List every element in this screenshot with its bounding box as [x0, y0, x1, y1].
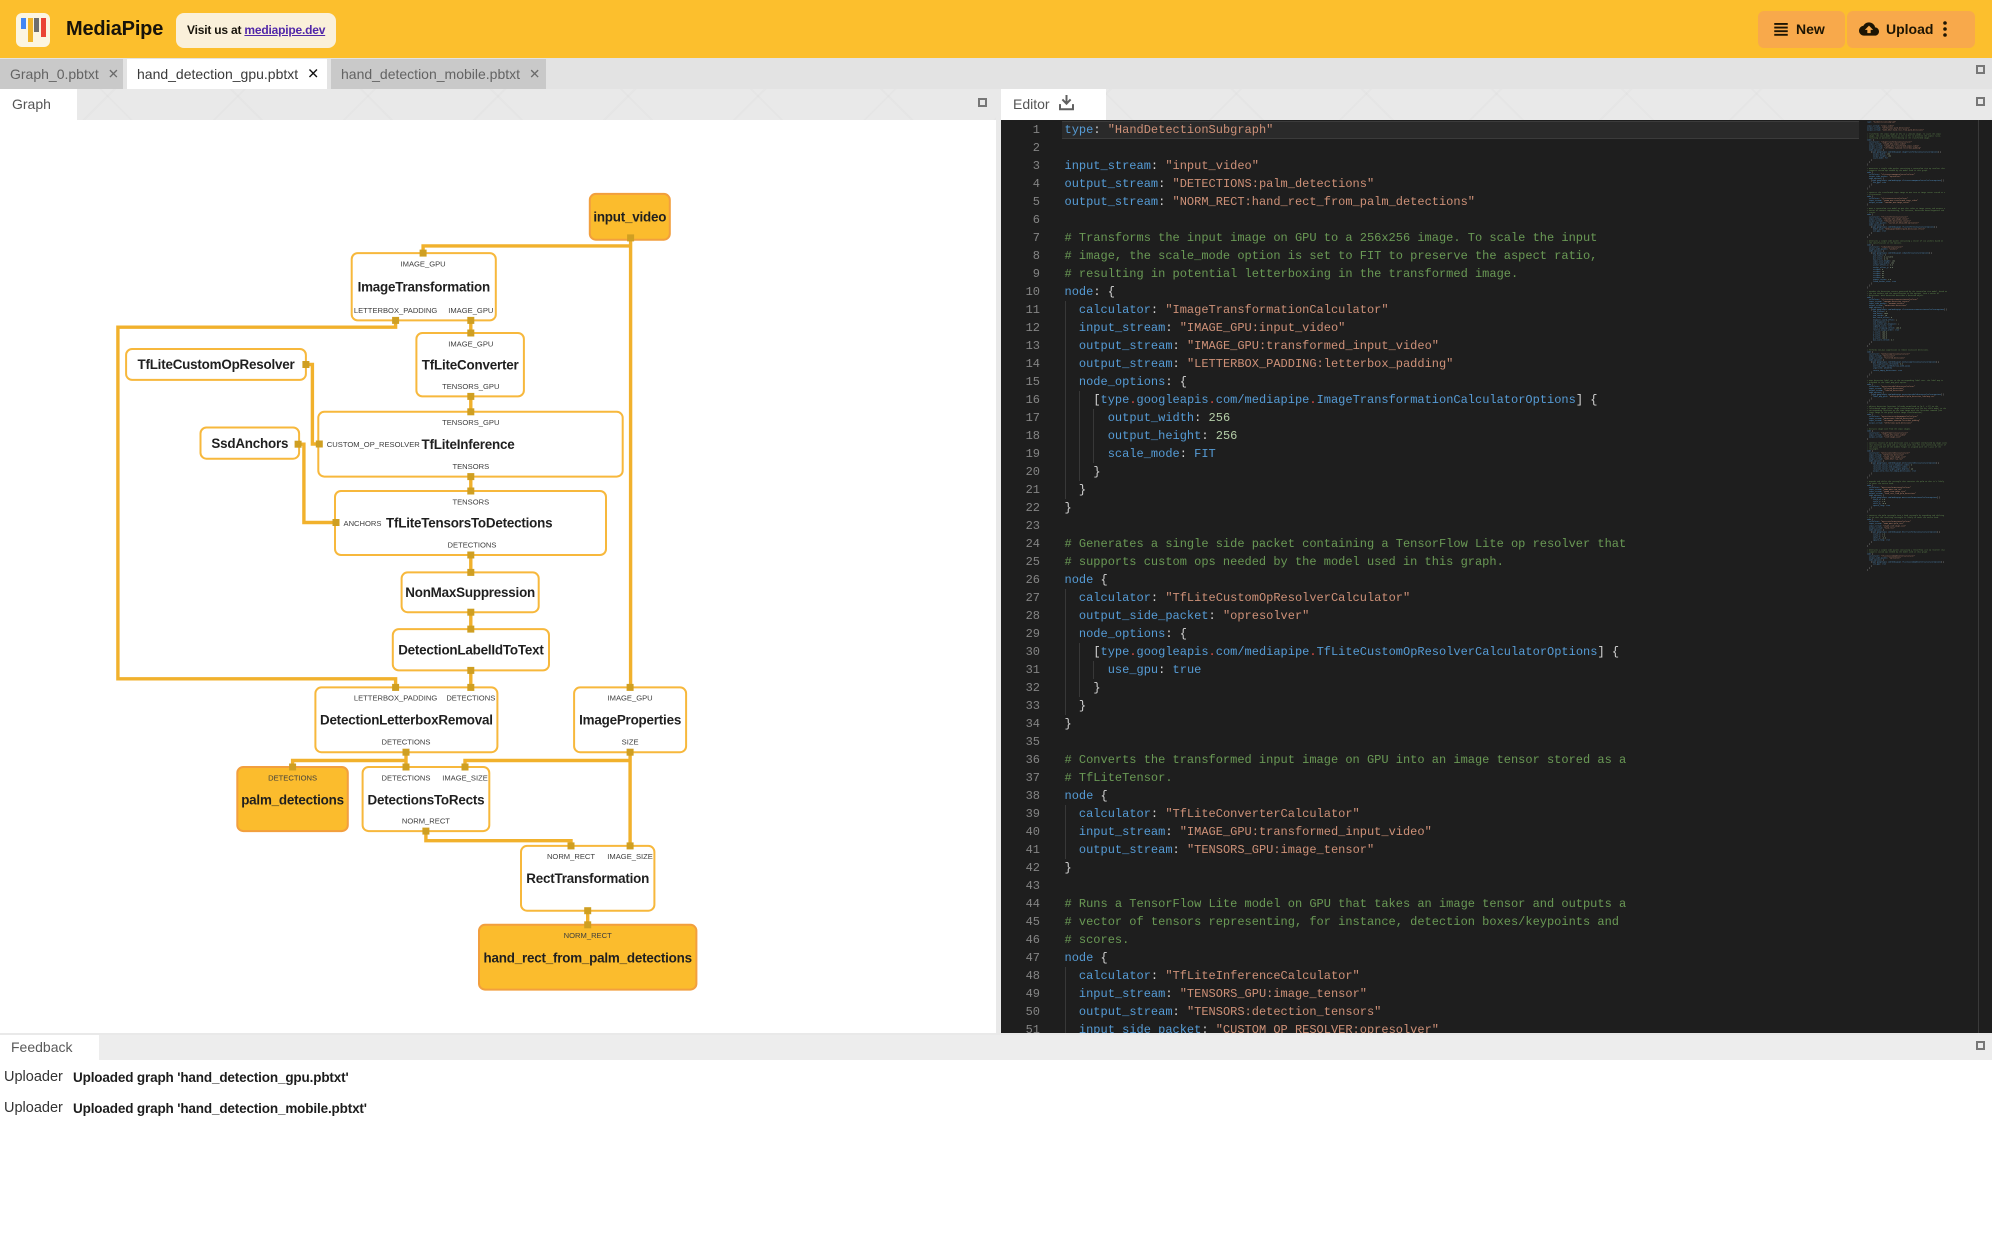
svg-text:DETECTIONS: DETECTIONS: [448, 541, 497, 550]
svg-text:NORM_RECT: NORM_RECT: [402, 817, 450, 826]
svg-text:LETTERBOX_PADDING: LETTERBOX_PADDING: [354, 694, 438, 703]
svg-text:RectTransformation: RectTransformation: [526, 871, 649, 886]
svg-text:IMAGE_SIZE: IMAGE_SIZE: [607, 852, 653, 861]
svg-text:TfLiteTensorsToDetections: TfLiteTensorsToDetections: [386, 516, 552, 531]
svg-text:TENSORS: TENSORS: [452, 497, 489, 506]
svg-text:DETECTIONS: DETECTIONS: [446, 694, 495, 703]
svg-text:ANCHORS: ANCHORS: [344, 519, 382, 528]
svg-text:TfLiteCustomOpResolver: TfLiteCustomOpResolver: [137, 357, 295, 372]
svg-text:ImageTransformation: ImageTransformation: [358, 279, 490, 294]
svg-text:hand_rect_from_palm_detections: hand_rect_from_palm_detections: [484, 950, 692, 965]
svg-text:DETECTIONS: DETECTIONS: [382, 773, 431, 782]
svg-text:palm_detections: palm_detections: [241, 792, 344, 807]
svg-text:NORM_RECT: NORM_RECT: [564, 931, 612, 940]
svg-text:TfLiteConverter: TfLiteConverter: [422, 357, 520, 372]
svg-text:TfLiteInference: TfLiteInference: [422, 437, 515, 452]
svg-text:SIZE: SIZE: [622, 738, 639, 747]
svg-text:IMAGE_GPU: IMAGE_GPU: [401, 259, 446, 268]
svg-text:TENSORS_GPU: TENSORS_GPU: [442, 418, 499, 427]
svg-text:SsdAnchors: SsdAnchors: [211, 436, 288, 451]
svg-text:DetectionsToRects: DetectionsToRects: [367, 792, 484, 807]
svg-text:TENSORS_GPU: TENSORS_GPU: [442, 382, 499, 391]
svg-text:NonMaxSuppression: NonMaxSuppression: [405, 585, 535, 600]
svg-text:TENSORS: TENSORS: [452, 462, 489, 471]
svg-text:LETTERBOX_PADDING: LETTERBOX_PADDING: [354, 306, 438, 315]
svg-text:DetectionLetterboxRemoval: DetectionLetterboxRemoval: [320, 713, 493, 728]
svg-text:IMAGE_GPU: IMAGE_GPU: [608, 694, 653, 703]
svg-text:NORM_RECT: NORM_RECT: [547, 852, 595, 861]
svg-text:DETECTIONS: DETECTIONS: [382, 738, 431, 747]
svg-text:input_video: input_video: [593, 210, 666, 225]
svg-text:DETECTIONS: DETECTIONS: [268, 773, 317, 782]
svg-text:IMAGE_SIZE: IMAGE_SIZE: [442, 773, 488, 782]
svg-text:IMAGE_GPU: IMAGE_GPU: [448, 339, 493, 348]
svg-text:DetectionLabelIdToText: DetectionLabelIdToText: [398, 642, 544, 657]
svg-text:IMAGE_GPU: IMAGE_GPU: [448, 306, 493, 315]
svg-text:ImageProperties: ImageProperties: [579, 713, 681, 728]
svg-text:CUSTOM_OP_RESOLVER: CUSTOM_OP_RESOLVER: [327, 440, 420, 449]
